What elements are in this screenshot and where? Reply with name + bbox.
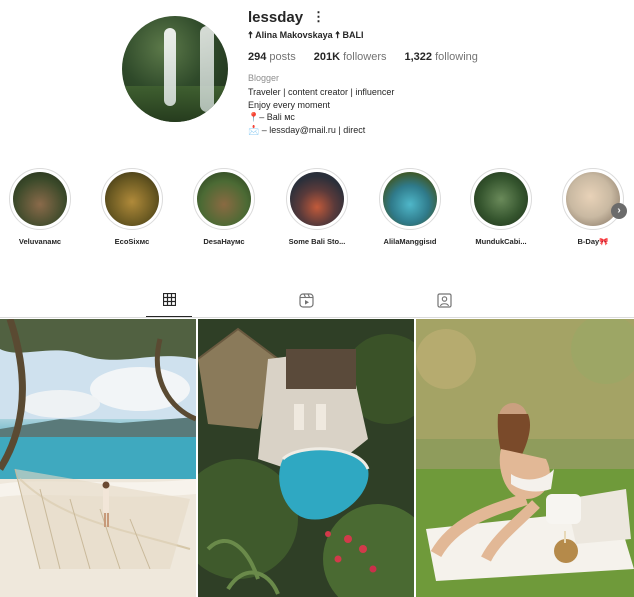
followers-label: followers <box>343 51 387 63</box>
posts-stat: 294 posts <box>248 51 296 63</box>
highlight-image <box>474 172 528 226</box>
highlight-ring <box>101 168 163 230</box>
post-image <box>198 319 414 597</box>
posts-grid <box>0 319 634 597</box>
reels-icon <box>298 293 314 308</box>
highlight-image <box>566 172 620 226</box>
bio-line[interactable]: 📩 – lessday@mail.ru | direct <box>248 124 394 137</box>
profile-username: lessday <box>248 9 304 26</box>
highlight-label: Some Bali Sto... <box>288 237 346 246</box>
posts-count: 294 <box>248 51 267 63</box>
highlight-ring <box>470 168 532 230</box>
highlight-ring <box>193 168 255 230</box>
highlight-label: MundukCabi... <box>475 237 527 246</box>
tab-reels[interactable] <box>283 293 329 317</box>
grid-icon <box>162 293 176 306</box>
highlight-image <box>197 172 251 226</box>
posts-label: posts <box>269 51 296 63</box>
tab-tagged[interactable] <box>421 293 467 317</box>
following-stat[interactable]: 1,322 following <box>404 51 477 63</box>
highlight-label: AlilaManggisιd <box>383 237 437 246</box>
profile-category: Blogger <box>248 73 280 83</box>
post-image <box>0 319 196 597</box>
highlight-image <box>383 172 437 226</box>
highlight-veluvana[interactable]: Veluvanaмс <box>0 168 85 246</box>
highlight-image <box>13 172 67 226</box>
highlight-ring <box>9 168 71 230</box>
highlight-alila-manggis[interactable]: AlilaManggisιd <box>365 168 455 246</box>
highlight-image <box>290 172 344 226</box>
highlight-image <box>105 172 159 226</box>
highlight-label: DesaНаумс <box>203 237 245 246</box>
highlight-label: B-Day🎀 <box>577 237 609 246</box>
post-villa-pool[interactable] <box>198 319 414 597</box>
profile-avatar[interactable] <box>122 16 228 122</box>
tab-posts[interactable] <box>146 293 192 317</box>
avatar-waterfall <box>200 26 214 112</box>
bio-line: Enjoy every moment <box>248 99 331 110</box>
profile-bio: Traveler | content creator | influencer … <box>248 86 394 136</box>
more-options-icon[interactable]: ⋮ <box>312 9 325 25</box>
highlight-some-bali-stories[interactable]: Some Bali Sto... <box>272 168 362 246</box>
highlight-ring <box>379 168 441 230</box>
followers-stat[interactable]: 201K followers <box>314 51 387 63</box>
followers-count: 201K <box>313 51 341 63</box>
tabs-divider <box>0 317 634 318</box>
post-beach-hammock[interactable] <box>0 319 196 597</box>
tagged-icon <box>436 293 452 308</box>
following-label: following <box>435 51 478 63</box>
bio-line: 📍– Bali мс <box>248 112 295 123</box>
avatar-waterfall <box>164 28 176 106</box>
highlight-label: Veluvanaмс <box>18 237 62 246</box>
post-picnic[interactable] <box>416 319 634 597</box>
highlight-munduk-cabins[interactable]: MundukCabi... <box>456 168 546 246</box>
post-image <box>416 319 634 597</box>
following-count: 1,322 <box>404 51 433 63</box>
profile-stats: 294 posts 201K followers 1,322 following <box>248 51 478 63</box>
profile-full-name: ☨ Alina Makovskaya ☨ BALI <box>248 30 364 40</box>
highlight-ring <box>562 168 624 230</box>
highlights-next-arrow-icon[interactable]: › <box>611 203 627 219</box>
highlight-desa[interactable]: DesaНаумс <box>179 168 269 246</box>
bio-line: Traveler | content creator | influencer <box>248 87 395 97</box>
highlight-ring <box>286 168 348 230</box>
highlight-label: EcoSixмс <box>114 237 150 246</box>
story-highlights: Veluvanaмс EcoSixмс DesaНаумс Some Bali … <box>0 168 634 253</box>
highlight-ecosix[interactable]: EcoSixмс <box>87 168 177 246</box>
